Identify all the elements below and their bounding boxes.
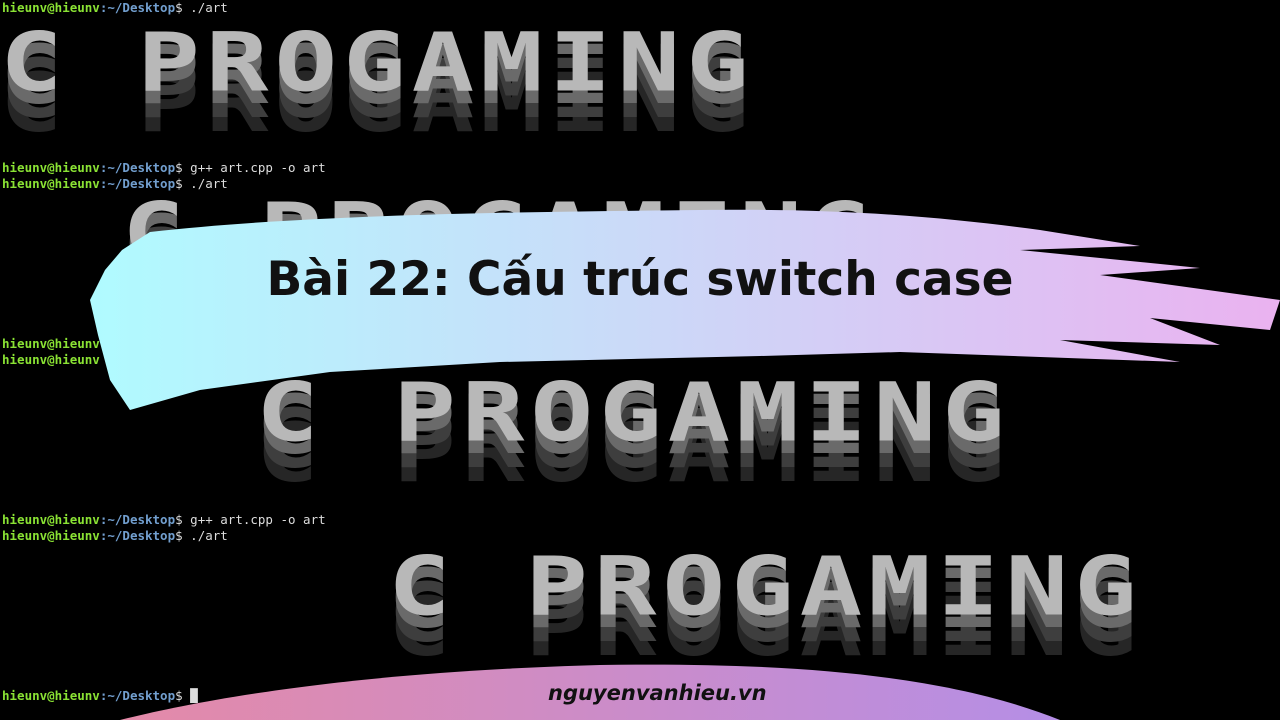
page-title: Bài 22: Cấu trúc switch case	[266, 252, 1014, 307]
site-watermark: nguyenvanhieu.vn	[548, 681, 767, 705]
banner-stroke	[90, 209, 1280, 410]
brush-stroke-banner	[90, 209, 1280, 720]
